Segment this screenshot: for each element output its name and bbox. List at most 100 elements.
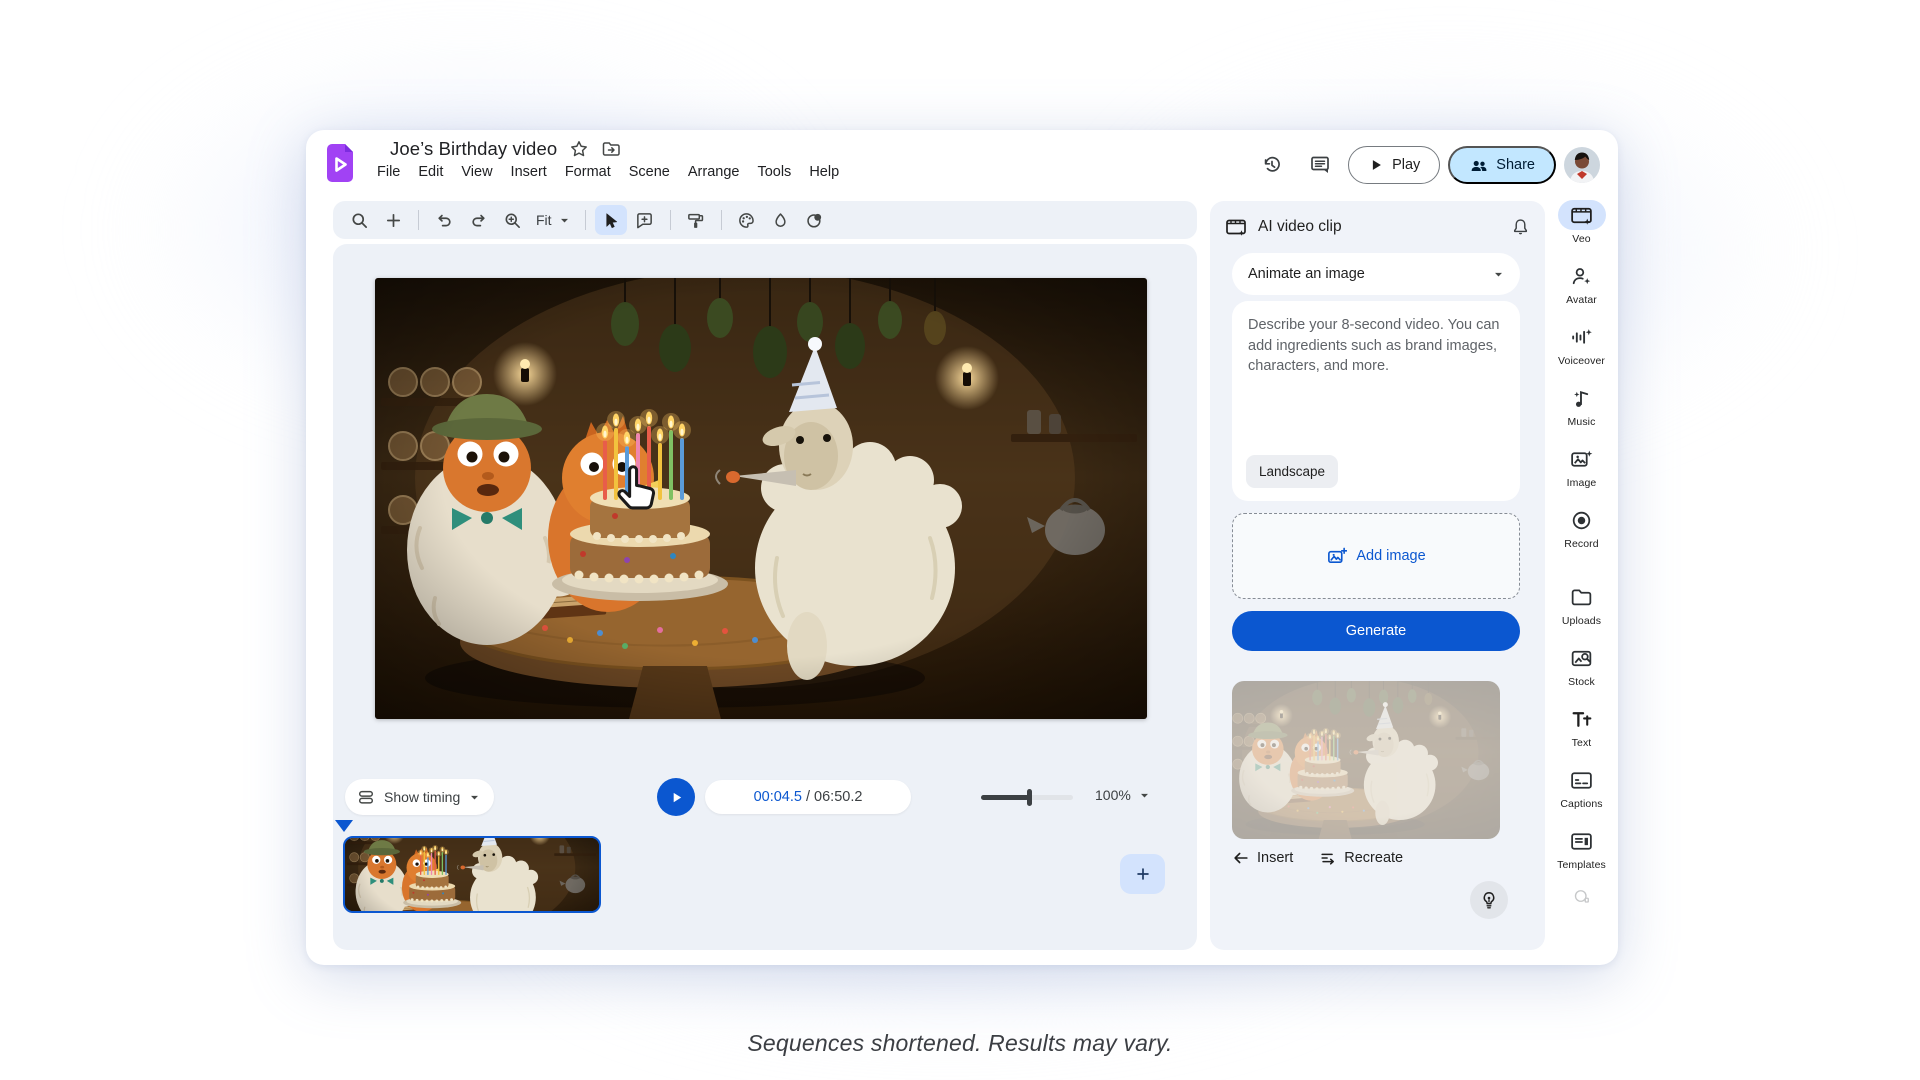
more-icon xyxy=(1569,887,1594,905)
palette-icon[interactable] xyxy=(731,205,763,235)
menu-insert[interactable]: Insert xyxy=(502,161,556,183)
preview-actions: Insert Recreate xyxy=(1232,849,1403,867)
voiceover-icon xyxy=(1569,325,1594,350)
recreate-label: Recreate xyxy=(1344,850,1403,866)
rail-item-veo[interactable]: Veo xyxy=(1545,200,1618,245)
aspect-ratio-chip[interactable]: Landscape xyxy=(1246,455,1338,488)
tips-lightbulb-button[interactable] xyxy=(1470,881,1508,919)
rail-label: Image xyxy=(1567,477,1597,489)
panel-title: AI video clip xyxy=(1258,218,1500,236)
fit-label: Fit xyxy=(536,212,552,228)
editing-canvas[interactable]: Show timing 00:04.5 / 06:50.2 100% xyxy=(333,244,1197,950)
show-timing-select[interactable]: Show timing xyxy=(345,779,494,815)
image-icon xyxy=(1569,447,1594,472)
prompt-input[interactable]: Describe your 8-second video. You can ad… xyxy=(1232,301,1520,501)
doc-title[interactable]: Joe’s Birthday video xyxy=(390,138,557,160)
people-icon xyxy=(1469,156,1488,175)
rail-item-more xyxy=(1545,887,1618,905)
toolbar-divider xyxy=(721,210,722,230)
play-button[interactable]: Play xyxy=(1348,146,1440,184)
templates-icon xyxy=(1569,829,1594,854)
version-history-icon[interactable] xyxy=(1252,145,1292,185)
menu-file[interactable]: File xyxy=(368,161,409,183)
add-image-button[interactable]: Add image xyxy=(1232,513,1520,599)
add-comment-icon[interactable] xyxy=(629,205,661,235)
play-button-label: Play xyxy=(1392,157,1420,173)
format-paint-icon[interactable] xyxy=(680,205,712,235)
select-cursor-icon[interactable] xyxy=(595,205,627,235)
uploads-icon xyxy=(1569,585,1594,610)
scene-thumbnail[interactable] xyxy=(343,836,601,913)
vids-logo-icon[interactable] xyxy=(324,143,356,183)
redo-icon[interactable] xyxy=(462,205,494,235)
undo-icon[interactable] xyxy=(428,205,460,235)
total-duration: 06:50.2 xyxy=(814,789,862,805)
rail-item-stock[interactable]: Stock xyxy=(1545,643,1618,688)
app-window: Joe’s Birthday video File Edit View Inse… xyxy=(306,130,1618,965)
time-display: 00:04.5 / 06:50.2 xyxy=(705,780,911,814)
rail-item-templates[interactable]: Templates xyxy=(1545,826,1618,871)
mode-select-dropdown[interactable]: Animate an image xyxy=(1232,253,1520,295)
zoom-slider[interactable] xyxy=(981,795,1073,800)
generate-button[interactable]: Generate xyxy=(1232,611,1520,651)
menu-tools[interactable]: Tools xyxy=(748,161,800,183)
rail-label: Veo xyxy=(1572,233,1590,245)
add-icon[interactable] xyxy=(377,205,409,235)
menubar: File Edit View Insert Format Scene Arran… xyxy=(368,161,848,183)
account-avatar[interactable] xyxy=(1564,147,1600,183)
recreate-button[interactable]: Recreate xyxy=(1319,849,1403,867)
rail-item-uploads[interactable]: Uploads xyxy=(1545,582,1618,627)
titlebar: Joe’s Birthday video File Edit View Inse… xyxy=(306,130,1618,200)
fit-zoom-select[interactable]: Fit xyxy=(530,205,576,235)
share-button[interactable]: Share xyxy=(1448,146,1556,184)
rail-item-image[interactable]: Image xyxy=(1545,444,1618,489)
title-block: Joe’s Birthday video File Edit View Inse… xyxy=(368,138,848,183)
insert-button[interactable]: Insert xyxy=(1232,849,1293,867)
edit-toolbar: Fit xyxy=(333,201,1197,239)
generated-preview-thumbnail[interactable] xyxy=(1232,681,1500,839)
chevron-down-icon xyxy=(1139,790,1150,801)
comments-icon[interactable] xyxy=(1300,145,1340,185)
disclaimer-caption: Sequences shortened. Results may vary. xyxy=(0,1030,1920,1057)
rail-label: Record xyxy=(1564,538,1598,550)
water-drop-icon[interactable] xyxy=(765,205,797,235)
rail-item-music[interactable]: Music xyxy=(1545,383,1618,428)
video-frame[interactable] xyxy=(375,278,1147,719)
search-icon[interactable] xyxy=(343,205,375,235)
feature-rail: Veo Avatar Voiceover Music Image Record … xyxy=(1545,200,1618,905)
bell-icon[interactable] xyxy=(1510,217,1531,238)
rail-item-record[interactable]: Record xyxy=(1545,505,1618,550)
rail-label: Uploads xyxy=(1562,615,1601,627)
zoom-slider-fill xyxy=(981,795,1029,800)
veo-icon xyxy=(1569,203,1594,228)
rail-item-captions[interactable]: Captions xyxy=(1545,765,1618,810)
move-folder-icon[interactable] xyxy=(601,139,621,159)
playback-controls: Show timing 00:04.5 / 06:50.2 100% xyxy=(333,778,1197,816)
play-icon xyxy=(1368,157,1384,173)
menu-help[interactable]: Help xyxy=(800,161,848,183)
text-icon xyxy=(1569,707,1594,732)
menu-scene[interactable]: Scene xyxy=(620,161,679,183)
insert-label: Insert xyxy=(1257,850,1293,866)
star-icon[interactable] xyxy=(569,139,589,159)
timing-layers-icon xyxy=(357,788,375,806)
playhead-marker[interactable] xyxy=(335,820,353,832)
zoom-level-select[interactable]: 100% xyxy=(1095,787,1150,803)
timeline-play-button[interactable] xyxy=(657,778,695,816)
zoom-slider-handle[interactable] xyxy=(1027,789,1032,806)
toolbar-divider xyxy=(418,210,419,230)
rail-label: Voiceover xyxy=(1558,355,1605,367)
current-time: 00:04.5 xyxy=(754,789,802,805)
zoom-in-icon[interactable] xyxy=(496,205,528,235)
rail-item-voiceover[interactable]: Voiceover xyxy=(1545,322,1618,367)
rail-item-text[interactable]: Text xyxy=(1545,704,1618,749)
generate-label: Generate xyxy=(1346,623,1406,639)
transparency-icon[interactable] xyxy=(799,205,831,235)
rail-item-avatar[interactable]: Avatar xyxy=(1545,261,1618,306)
add-scene-button[interactable] xyxy=(1120,854,1165,894)
menu-arrange[interactable]: Arrange xyxy=(679,161,749,183)
cursor-pointer-icon xyxy=(611,462,663,518)
menu-view[interactable]: View xyxy=(452,161,501,183)
menu-format[interactable]: Format xyxy=(556,161,620,183)
menu-edit[interactable]: Edit xyxy=(409,161,452,183)
